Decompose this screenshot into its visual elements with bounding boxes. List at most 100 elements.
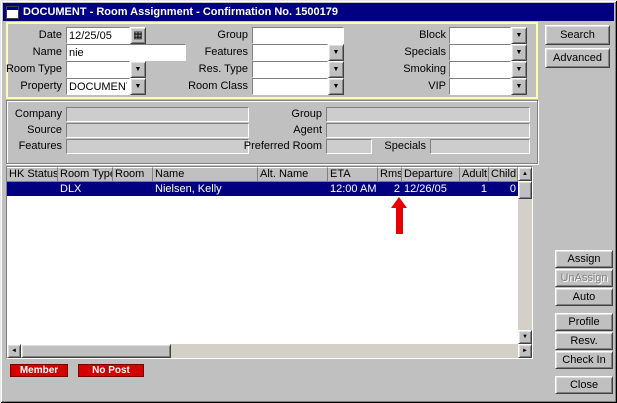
no-post-lamp[interactable]: No Post	[78, 364, 144, 377]
column-header-departure: Departure	[402, 167, 460, 182]
column-header-adult: Adult	[460, 167, 489, 182]
room-class-label: Room Class	[186, 78, 248, 95]
group-input[interactable]	[252, 27, 344, 44]
smoking-label: Smoking	[386, 61, 446, 78]
cell-child: 0	[489, 182, 518, 196]
company-field	[66, 107, 249, 122]
room-type-input[interactable]	[66, 61, 130, 78]
window-title: DOCUMENT - Room Assignment - Confirmatio…	[23, 6, 338, 18]
annotation-arrow-shaft	[396, 207, 403, 234]
grid-header: HK Status Room Type Room Name Alt. Name …	[7, 167, 518, 182]
specials-label: Specials	[386, 44, 446, 61]
dropdown-arrow-icon: ▼	[333, 83, 340, 90]
scroll-left-button[interactable]: ◄	[7, 344, 21, 358]
name-input[interactable]	[66, 44, 186, 61]
column-header-name: Name	[153, 167, 258, 182]
dropdown-arrow-icon: ▼	[516, 49, 523, 56]
vip-label: VIP	[386, 78, 446, 95]
profile-button[interactable]: Profile	[555, 313, 613, 331]
cell-alt-name	[258, 182, 328, 196]
room-class-lov-button[interactable]: ▼	[328, 78, 344, 95]
dropdown-arrow-icon: ▼	[333, 49, 340, 56]
column-header-room: Room	[113, 167, 153, 182]
cell-rms: 2	[378, 182, 402, 196]
specials-lov-button[interactable]: ▼	[511, 44, 527, 61]
res-type-lov-button[interactable]: ▼	[328, 61, 344, 78]
unassign-button[interactable]: UnAssign	[555, 269, 613, 287]
grid-row-selected[interactable]: DLX Nielsen, Kelly 12:00 AM 2 12/26/05 1…	[7, 182, 518, 196]
details-features-field	[66, 139, 249, 154]
dropdown-arrow-icon: ▼	[516, 32, 523, 39]
name-label: Name	[8, 44, 62, 61]
details-group-label: Group	[266, 107, 322, 122]
results-grid: HK Status Room Type Room Name Alt. Name …	[6, 166, 533, 359]
block-lov-button[interactable]: ▼	[511, 27, 527, 44]
dropdown-arrow-icon: ▼	[516, 83, 523, 90]
column-header-room-type: Room Type	[58, 167, 113, 182]
preferred-room-field	[326, 139, 372, 154]
column-header-hk-status: HK Status	[7, 167, 58, 182]
column-header-alt-name: Alt. Name	[258, 167, 328, 182]
column-header-eta: ETA	[328, 167, 378, 182]
agent-label: Agent	[266, 123, 322, 138]
advanced-button[interactable]: Advanced	[545, 48, 610, 68]
close-button[interactable]: Close	[555, 376, 613, 394]
scroll-right-button[interactable]: ►	[518, 344, 532, 358]
check-in-button[interactable]: Check In	[555, 351, 613, 369]
room-type-label: Room Type	[4, 61, 62, 78]
date-label: Date	[8, 27, 62, 44]
member-lamp[interactable]: Member	[10, 364, 68, 377]
dropdown-arrow-icon: ▼	[516, 66, 523, 73]
cell-hk-status	[7, 182, 58, 196]
property-input[interactable]	[66, 78, 130, 95]
scroll-down-icon: ▼	[522, 334, 528, 340]
smoking-lov-button[interactable]: ▼	[511, 61, 527, 78]
dropdown-arrow-icon: ▼	[135, 66, 142, 73]
property-label: Property	[4, 78, 62, 95]
auto-button[interactable]: Auto	[555, 288, 613, 306]
column-header-rms: Rms	[378, 167, 402, 182]
property-lov-button[interactable]: ▼	[130, 78, 146, 95]
details-specials-label: Specials	[376, 139, 426, 154]
specials-input[interactable]	[449, 44, 511, 61]
details-specials-field	[430, 139, 530, 154]
block-label: Block	[386, 27, 446, 44]
res-type-input[interactable]	[252, 61, 328, 78]
details-features-label: Features	[8, 139, 62, 154]
date-input[interactable]	[66, 27, 130, 44]
res-type-label: Res. Type	[190, 61, 248, 78]
smoking-input[interactable]	[449, 61, 511, 78]
cell-name: Nielsen, Kelly	[153, 182, 258, 196]
scroll-down-button[interactable]: ▼	[518, 330, 532, 344]
scroll-left-icon: ◄	[11, 348, 17, 354]
features-input[interactable]	[252, 44, 328, 61]
calendar-button[interactable]: ▦	[130, 27, 146, 44]
vip-input[interactable]	[449, 78, 511, 95]
features-label: Features	[190, 44, 248, 61]
titlebar[interactable]: DOCUMENT - Room Assignment - Confirmatio…	[3, 3, 614, 21]
scroll-up-button[interactable]: ▲	[518, 167, 532, 181]
room-type-lov-button[interactable]: ▼	[130, 61, 146, 78]
calendar-icon: ▦	[133, 30, 142, 41]
scroll-up-icon: ▲	[522, 171, 528, 177]
vertical-scrollbar-thumb[interactable]	[518, 181, 532, 199]
features-lov-button[interactable]: ▼	[328, 44, 344, 61]
horizontal-scrollbar-thumb[interactable]	[21, 344, 171, 358]
preferred-room-label: Preferred Room	[238, 139, 322, 154]
details-group-field	[326, 107, 530, 122]
dropdown-arrow-icon: ▼	[333, 66, 340, 73]
scroll-right-icon: ►	[522, 348, 528, 354]
source-field	[66, 123, 249, 138]
vip-lov-button[interactable]: ▼	[511, 78, 527, 95]
assign-button[interactable]: Assign	[555, 250, 613, 268]
cell-room-type: DLX	[58, 182, 113, 196]
source-label: Source	[8, 123, 62, 138]
cell-departure: 12/26/05	[402, 182, 460, 196]
block-input[interactable]	[449, 27, 511, 44]
agent-field	[326, 123, 530, 138]
room-class-input[interactable]	[252, 78, 328, 95]
window-icon	[6, 6, 19, 19]
search-button[interactable]: Search	[545, 25, 610, 45]
resv-button[interactable]: Resv.	[555, 332, 613, 350]
cell-eta: 12:00 AM	[328, 182, 378, 196]
